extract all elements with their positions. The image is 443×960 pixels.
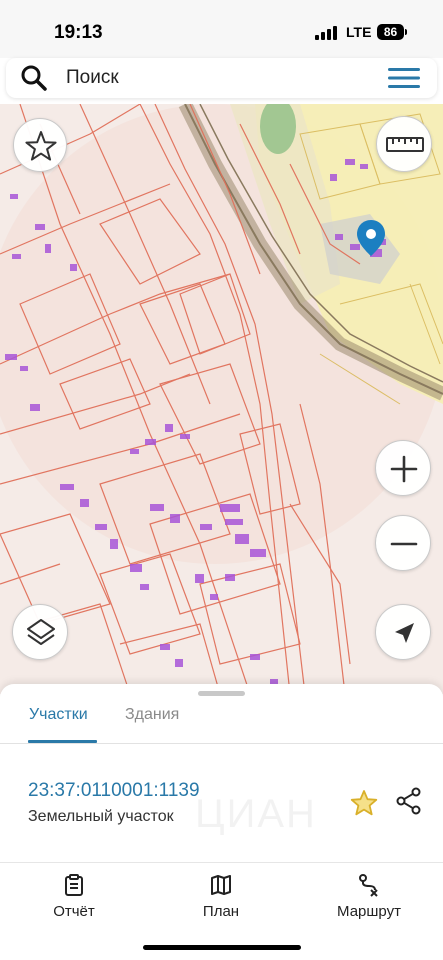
nav-plan[interactable]: План <box>171 871 271 923</box>
zoom-in-button[interactable] <box>375 440 431 496</box>
tab-buildings[interactable]: Здания <box>125 706 179 724</box>
zoom-out-button[interactable] <box>375 515 431 571</box>
status-bar: 19:13 LTE 86 <box>0 0 443 58</box>
cadastral-map[interactable] <box>0 104 443 694</box>
tab-divider <box>0 743 443 744</box>
bottom-navigation: Отчёт План Маршрут <box>0 862 443 960</box>
cadastral-number-link[interactable]: 23:37:0110001:1139 <box>28 780 200 802</box>
hamburger-menu-icon[interactable] <box>388 67 420 89</box>
nav-route-label: Маршрут <box>337 903 401 920</box>
route-icon <box>359 874 378 897</box>
map-icon <box>211 875 231 895</box>
nav-plan-label: План <box>202 903 240 920</box>
network-label: LTE <box>346 24 372 40</box>
nav-route[interactable]: Маршрут <box>319 871 419 923</box>
ruler-icon <box>386 137 424 152</box>
search-bar[interactable]: Поиск <box>6 58 437 98</box>
nav-report[interactable]: Отчёт <box>24 871 124 923</box>
navigation-arrow-icon <box>395 623 414 643</box>
signal-icon <box>315 26 337 40</box>
battery-icon: 86 <box>377 24 404 40</box>
nav-report-label: Отчёт <box>53 903 95 920</box>
search-input[interactable]: Поиск <box>66 67 119 89</box>
sheet-grabber[interactable] <box>198 691 245 696</box>
plus-icon <box>390 455 418 483</box>
status-time: 19:13 <box>54 22 103 43</box>
plot-type-label: Земельный участок <box>28 808 174 825</box>
plot-info-sheet: Участки Здания ЦИАН 23:37:0110001:1139 З… <box>0 684 443 862</box>
share-icon[interactable] <box>394 786 424 816</box>
home-indicator[interactable] <box>143 945 301 950</box>
report-clipboard-icon <box>65 874 83 896</box>
battery-tip <box>405 29 407 35</box>
star-outline-icon <box>25 131 57 161</box>
locate-button[interactable] <box>375 604 431 660</box>
star-icon[interactable] <box>349 788 379 818</box>
layers-icon <box>27 619 55 645</box>
layers-button[interactable] <box>12 604 68 660</box>
search-icon[interactable] <box>20 64 48 92</box>
minus-icon <box>390 542 418 546</box>
watermark: ЦИАН <box>195 792 317 836</box>
ruler-button[interactable] <box>376 116 432 172</box>
tab-plots[interactable]: Участки <box>29 706 88 724</box>
favorites-button[interactable] <box>13 118 67 172</box>
